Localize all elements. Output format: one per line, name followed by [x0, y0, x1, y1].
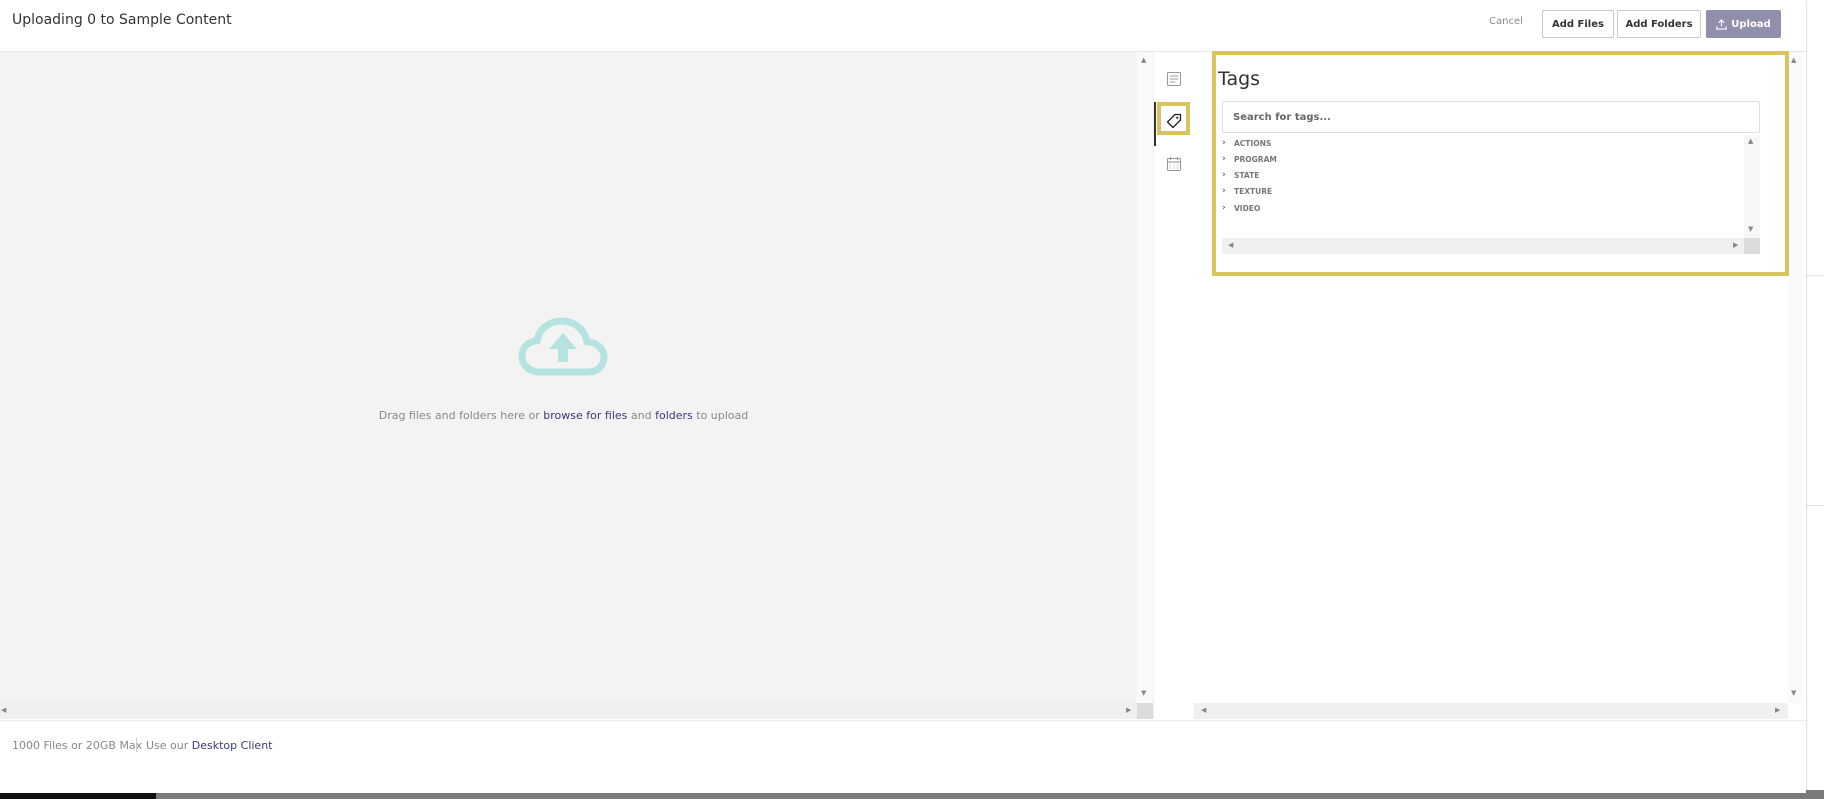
drop-instructions: Drag files and folders here or browse fo… [0, 409, 1127, 422]
panel-horizontal-scrollbar[interactable]: ◀ ▶ [1194, 703, 1788, 719]
drop-text-and: and [627, 409, 656, 422]
footer-divider [136, 738, 137, 752]
tag-tree-horizontal-scrollbar[interactable]: ◀ ▶ [1222, 238, 1744, 254]
modal-title: Uploading 0 to Sample Content [12, 12, 232, 28]
upload-modal: Uploading 0 to Sample Content Cancel Add… [0, 0, 1806, 793]
tag-item-label: PROGRAM [1234, 154, 1277, 164]
upload-button-label: Upload [1731, 18, 1771, 30]
drop-text-before: Drag files and folders here or [378, 409, 544, 422]
tag-item-video[interactable]: › VIDEO [1222, 201, 1260, 215]
tag-item-state[interactable]: › STATE [1222, 168, 1259, 182]
chevron-right-icon: › [1222, 138, 1226, 148]
panel-vertical-scrollbar[interactable]: ▲ ▼ [1788, 52, 1802, 703]
tag-tab-highlight [1157, 102, 1190, 135]
tag-search-input[interactable] [1222, 101, 1760, 133]
tag-item-label: VIDEO [1234, 203, 1261, 213]
upload-limit-text: 1000 Files or 20GB Max [12, 739, 143, 752]
desktop-client-link[interactable]: Desktop Client [192, 739, 273, 752]
browse-folders-link[interactable]: folders [655, 409, 693, 422]
cloud-upload-icon [518, 317, 608, 376]
tag-item-label: TEXTURE [1234, 186, 1273, 196]
scroll-right-arrow[interactable]: ▶ [1126, 707, 1131, 714]
metadata-rail [1153, 52, 1195, 719]
tag-tree-scroll-right-arrow[interactable]: ▶ [1733, 242, 1738, 249]
tag-tree-scrollbar-corner [1744, 238, 1760, 254]
upload-button[interactable]: Upload [1706, 10, 1781, 38]
chevron-right-icon: › [1222, 203, 1226, 213]
tag-tree-scroll-left-arrow[interactable]: ◀ [1228, 242, 1233, 249]
chevron-right-icon: › [1222, 154, 1226, 164]
tag-tree-scroll-up-arrow[interactable]: ▲ [1748, 138, 1753, 145]
add-folders-button[interactable]: Add Folders [1617, 10, 1701, 38]
tag-tree-scroll-down-arrow[interactable]: ▼ [1748, 226, 1753, 233]
dropzone-horizontal-scrollbar[interactable]: ◀ ▶ [0, 703, 1137, 719]
details-icon[interactable] [1163, 68, 1185, 90]
active-tab-indicator [1154, 102, 1156, 146]
upload-icon [1716, 18, 1727, 30]
scroll-up-arrow[interactable]: ▲ [1141, 57, 1146, 64]
panel-scroll-left-arrow[interactable]: ◀ [1201, 707, 1206, 714]
panel-scroll-down-arrow[interactable]: ▼ [1791, 690, 1796, 697]
desktop-client-text: Use our Desktop Client [146, 739, 273, 752]
chevron-right-icon: › [1222, 170, 1226, 180]
tag-tree-vertical-scrollbar[interactable]: ▲ ▼ [1744, 135, 1760, 238]
tags-title: Tags [1218, 68, 1261, 90]
scrollbar-corner [1137, 703, 1153, 719]
calendar-icon[interactable] [1163, 153, 1185, 175]
modal-footer: 1000 Files or 20GB Max Use our Desktop C… [0, 720, 1806, 793]
tag-item-program[interactable]: › PROGRAM [1222, 152, 1277, 166]
background-page [1806, 0, 1824, 790]
panel-scroll-right-arrow[interactable]: ▶ [1775, 707, 1780, 714]
panel-scroll-up-arrow[interactable]: ▲ [1791, 57, 1796, 64]
add-files-button[interactable]: Add Files [1542, 10, 1614, 38]
chevron-right-icon: › [1222, 186, 1226, 196]
browse-files-link[interactable]: browse for files [543, 409, 627, 422]
drop-text-after: to upload [692, 409, 749, 422]
tag-item-label: ACTIONS [1234, 138, 1272, 148]
tag-item-label: STATE [1234, 170, 1260, 180]
tag-item-actions[interactable]: › ACTIONS [1222, 136, 1271, 150]
tag-item-texture[interactable]: › TEXTURE [1222, 184, 1272, 198]
dropzone-vertical-scrollbar[interactable]: ▲ ▼ [1137, 52, 1153, 703]
scroll-down-arrow[interactable]: ▼ [1141, 690, 1146, 697]
scroll-left-arrow[interactable]: ◀ [1, 707, 6, 714]
tag-tree: › ACTIONS › PROGRAM › STATE › TEXTURE › … [1222, 135, 1744, 238]
desktop-client-prefix: Use our [146, 739, 192, 752]
cancel-button[interactable]: Cancel [1489, 16, 1523, 27]
modal-header: Uploading 0 to Sample Content Cancel Add… [0, 0, 1806, 52]
